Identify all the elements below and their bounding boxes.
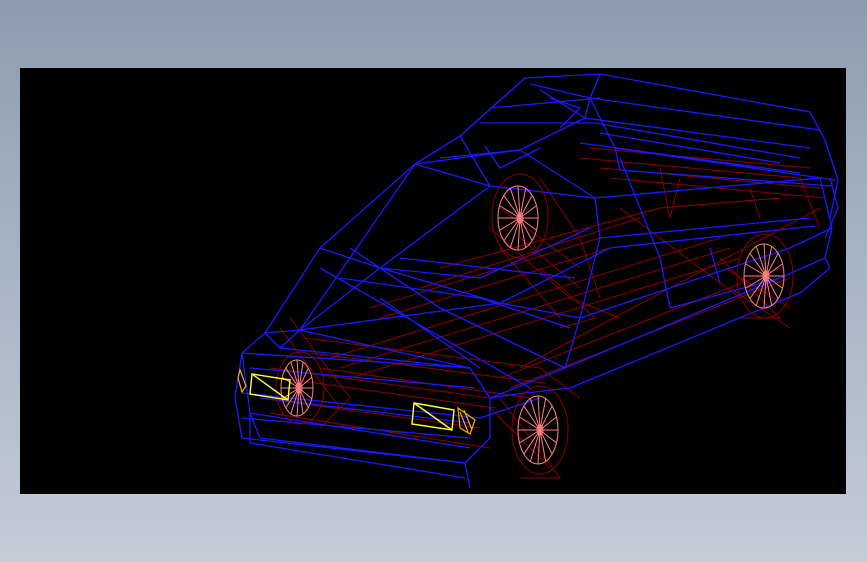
wheel-front-right	[511, 385, 569, 475]
car-wireframe-model	[234, 73, 839, 489]
cad-viewport[interactable]	[20, 68, 846, 494]
wheel-rear-left	[491, 173, 549, 259]
wheel-front-left	[275, 351, 325, 425]
